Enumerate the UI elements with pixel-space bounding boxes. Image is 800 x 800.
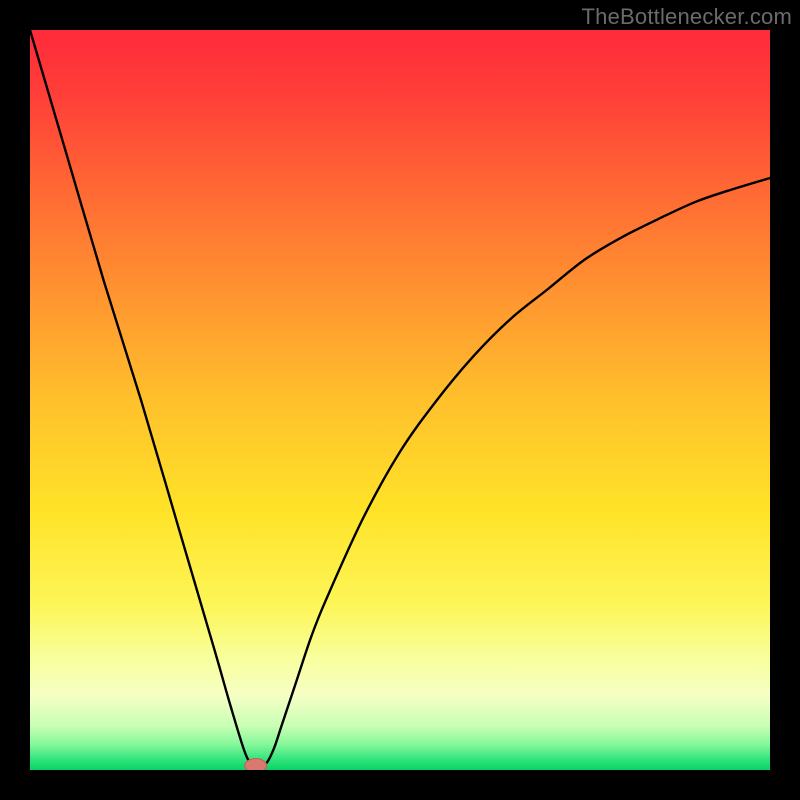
plot-area (30, 30, 770, 770)
watermark-text: TheBottlenecker.com (582, 4, 792, 30)
optimal-marker (245, 759, 267, 770)
chart-frame: TheBottlenecker.com (0, 0, 800, 800)
chart-svg (30, 30, 770, 770)
